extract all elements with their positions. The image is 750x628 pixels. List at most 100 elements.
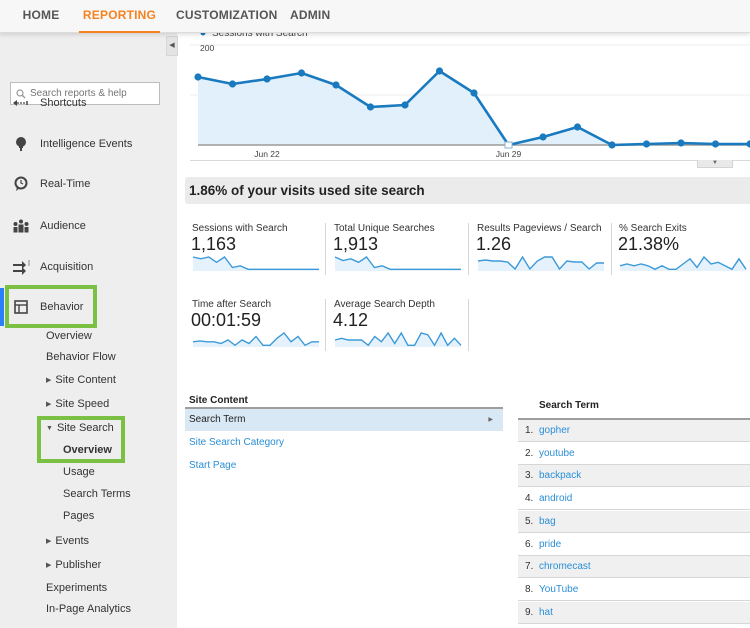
metric-divider — [611, 223, 612, 275]
search-term-row: 9. hat — [518, 601, 750, 624]
sessions-chart-svg: Sessions with Search200100Jun 22Jun 29Ju — [190, 28, 750, 159]
expand-triangle-icon: ▶ — [46, 562, 52, 569]
active-section-indicator — [0, 288, 4, 326]
x-tick-label: Jun 29 — [496, 149, 522, 159]
sidebar-subitem-publisher[interactable]: ▶ Publisher — [46, 559, 101, 571]
data-point — [608, 141, 616, 149]
tab-reporting[interactable]: REPORTING — [79, 0, 160, 33]
expand-triangle-icon: ▶ — [46, 538, 52, 545]
data-point — [539, 133, 547, 141]
expand-triangle-icon: ▶ — [46, 377, 52, 384]
search-term-link[interactable]: hat — [539, 602, 553, 624]
search-term-link[interactable]: gopher — [539, 420, 570, 442]
sparkline — [334, 331, 462, 347]
sidebar-subitem-search-terms[interactable]: Search Terms — [63, 488, 131, 500]
site-content-site-search-category[interactable]: Site Search Category — [185, 432, 503, 454]
metric-value: 00:01:59 — [191, 310, 262, 330]
search-term-rank: 9. — [525, 606, 534, 618]
sidebar-subitem-site-search[interactable]: ▼ Site Search — [46, 422, 114, 434]
sparkline — [477, 255, 604, 271]
data-point — [711, 140, 720, 148]
metric-results-pageviews-per-search[interactable]: Results Pageviews / Search 1.26 — [475, 223, 615, 281]
clock-icon — [12, 175, 30, 193]
site-content-search-term[interactable]: Search Term ▶ — [185, 409, 503, 431]
legend-swatch — [200, 30, 206, 36]
search-term-link[interactable]: backpack — [539, 465, 581, 487]
sidebar-subitem-pages[interactable]: Pages — [63, 510, 94, 522]
search-term-rank: 4. — [525, 493, 534, 505]
metric-label: Sessions with Search — [192, 223, 288, 234]
sparkline — [192, 332, 319, 347]
metric-divider — [325, 299, 326, 351]
search-term-link[interactable]: chromecast — [539, 556, 591, 578]
metric-time-after-search[interactable]: Time after Search 00:01:59 — [190, 299, 330, 357]
x-tick-label: Jun 22 — [254, 149, 280, 159]
metric-value: 4.12 — [333, 310, 369, 330]
sidebar-subitem-site-content[interactable]: ▶ Site Content — [46, 374, 116, 386]
search-term-rank: 5. — [525, 515, 534, 527]
behavior-icon — [12, 298, 30, 316]
expand-triangle-icon: ▶ — [46, 401, 52, 408]
sidebar-subitem-usage[interactable]: Usage — [63, 466, 95, 478]
sidebar-subitem-events[interactable]: ▶ Events — [46, 535, 89, 547]
search-term-column-header: Search Term — [539, 400, 599, 411]
data-point — [401, 101, 409, 109]
metric-divider — [325, 223, 326, 275]
metric-average-search-depth[interactable]: Average Search Depth 4.12 — [332, 299, 472, 357]
search-term-row: 4. android — [518, 488, 750, 511]
metric-value: 1,163 — [191, 234, 237, 254]
sidebar-item-label: Real-Time — [40, 178, 91, 190]
sidebar-subitem-label: Site Content — [55, 374, 116, 386]
sidebar-subitem-site-speed[interactable]: ▶ Site Speed — [46, 398, 109, 410]
site-content-title: Site Content — [189, 395, 248, 406]
sparkline — [619, 255, 747, 271]
metric-label: % Search Exits — [619, 223, 687, 234]
tab-home[interactable]: HOME — [18, 0, 64, 33]
search-term-row: 1. gopher — [518, 420, 750, 442]
sidebar-subitem-label: Publisher — [55, 559, 102, 571]
metric-label: Time after Search — [192, 299, 272, 310]
search-term-link[interactable]: android — [539, 488, 572, 510]
chevron-right-icon: ▶ — [488, 417, 493, 423]
data-point — [228, 80, 237, 88]
sidebar-item-label: Intelligence Events — [40, 138, 133, 150]
chart-options-toggle[interactable]: ▼ — [697, 160, 733, 168]
metric-divider — [468, 299, 469, 351]
metric-total-unique-searches[interactable]: Total Unique Searches 1,913 — [332, 223, 472, 281]
search-term-link[interactable]: bag — [539, 511, 556, 533]
metric-label: Average Search Depth — [334, 299, 435, 310]
site-content-start-page[interactable]: Start Page — [185, 455, 503, 477]
search-term-link[interactable]: youtube — [539, 443, 575, 465]
search-term-rank: 1. — [525, 425, 534, 436]
search-term-row: 8. YouTube — [518, 579, 750, 601]
data-point — [263, 75, 271, 83]
data-point — [677, 139, 685, 147]
search-term-rank: 6. — [525, 538, 534, 550]
data-point — [470, 89, 478, 97]
sidebar-subitem-in-page-analytics[interactable]: In-Page Analytics — [46, 603, 131, 615]
sidebar-item-label: Audience — [40, 220, 86, 232]
metric-sessions-with-search[interactable]: Sessions with Search 1,163 — [190, 223, 330, 281]
metric-search-exits[interactable]: % Search Exits 21.38% — [617, 223, 750, 281]
tab-customization[interactable]: CUSTOMIZATION — [176, 0, 277, 33]
sidebar-subitem-experiments[interactable]: Experiments — [46, 582, 107, 594]
search-term-rank: 8. — [525, 583, 534, 595]
data-point — [194, 73, 202, 81]
sidebar-subitem-behavior-flow[interactable]: Behavior Flow — [46, 351, 116, 363]
sidebar-item-label: Acquisition — [40, 261, 94, 273]
shortcuts-icon — [12, 94, 30, 112]
metric-divider — [468, 223, 469, 275]
data-point — [332, 81, 340, 89]
search-term-row: 3. backpack — [518, 465, 750, 488]
sidebar-subitem-overview[interactable]: Overview — [46, 330, 92, 342]
search-term-link[interactable]: pride — [539, 534, 561, 556]
sidebar-subitem-site-search-overview[interactable]: Overview — [63, 444, 112, 456]
search-term-row: 2. youtube — [518, 443, 750, 465]
data-point — [746, 140, 750, 148]
search-term-link[interactable]: YouTube — [539, 579, 578, 601]
legend-label: Sessions with Search — [212, 33, 308, 39]
collapse-sidebar-button[interactable]: ◀ — [166, 36, 178, 56]
data-point — [573, 123, 582, 131]
tab-admin[interactable]: ADMIN — [290, 0, 330, 33]
data-point — [642, 140, 651, 148]
